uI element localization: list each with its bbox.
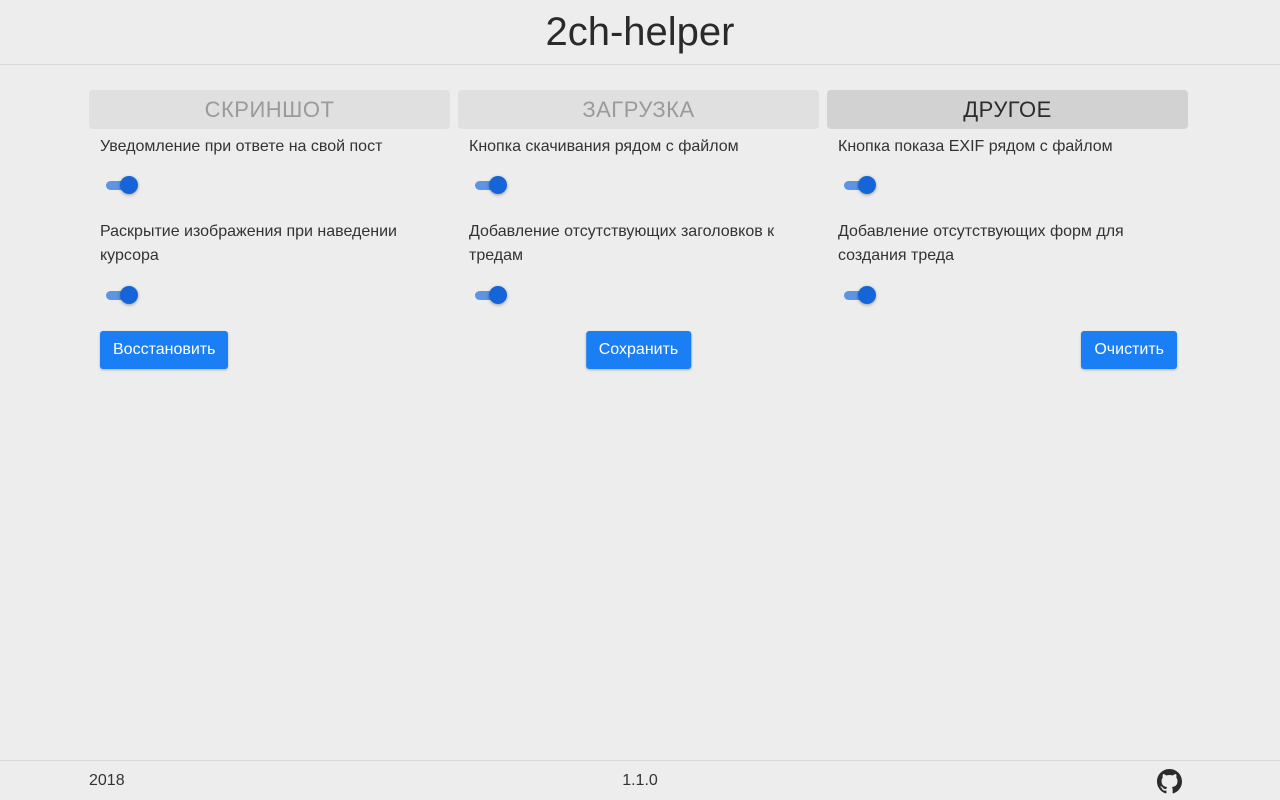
setting-label: Раскрытие изображения при наведении курс… — [100, 223, 397, 264]
setting-label: Добавление отсутствующих заголовков к тр… — [469, 223, 775, 264]
tab-other[interactable]: ДРУГОЕ — [827, 90, 1188, 129]
settings-column-download: Кнопка скачивания рядом с файлом Добавле… — [458, 129, 819, 379]
setting-label: Кнопка показа EXIF рядом с файлом — [838, 138, 1113, 155]
footer-version: 1.1.0 — [622, 772, 658, 789]
setting-label: Кнопка скачивания рядом с файлом — [469, 138, 739, 155]
settings-columns: Уведомление при ответе на свой пост Раск… — [89, 129, 1188, 379]
github-icon[interactable] — [1157, 769, 1182, 794]
settings-column-other: Кнопка показа EXIF рядом с файлом Добавл… — [827, 129, 1188, 379]
download-button-toggle[interactable] — [475, 176, 509, 194]
setting-label: Уведомление при ответе на свой пост — [100, 138, 383, 155]
options-page: 2ch-helper СКРИНШОТ ЗАГРУЗКА ДРУГОЕ Увед… — [0, 0, 1280, 800]
toggle-thumb — [489, 286, 507, 304]
header: 2ch-helper — [0, 0, 1280, 65]
toggle-thumb — [120, 176, 138, 194]
toggle-thumb — [858, 286, 876, 304]
image-expand-toggle[interactable] — [106, 286, 140, 304]
thread-forms-toggle[interactable] — [844, 286, 878, 304]
thread-titles-toggle[interactable] — [475, 286, 509, 304]
github-icon-svg — [1157, 769, 1182, 794]
tab-bar: СКРИНШОТ ЗАГРУЗКА ДРУГОЕ — [89, 90, 1188, 129]
toggle-thumb — [489, 176, 507, 194]
reply-notification-toggle[interactable] — [106, 176, 140, 194]
footer: 2018 1.1.0 — [0, 760, 1280, 800]
clear-button[interactable]: Очистить — [1081, 331, 1177, 369]
tab-screenshot[interactable]: СКРИНШОТ — [89, 90, 450, 129]
toggle-thumb — [120, 286, 138, 304]
tab-download[interactable]: ЗАГРУЗКА — [458, 90, 819, 129]
toggle-thumb — [858, 176, 876, 194]
exif-button-toggle[interactable] — [844, 176, 878, 194]
setting-label: Добавление отсутствующих форм для создан… — [838, 223, 1124, 264]
restore-button[interactable]: Восстановить — [100, 331, 229, 369]
app-title: 2ch-helper — [545, 10, 735, 54]
save-button[interactable]: Сохранить — [585, 331, 692, 369]
settings-column-screenshot: Уведомление при ответе на свой пост Раск… — [89, 129, 450, 379]
